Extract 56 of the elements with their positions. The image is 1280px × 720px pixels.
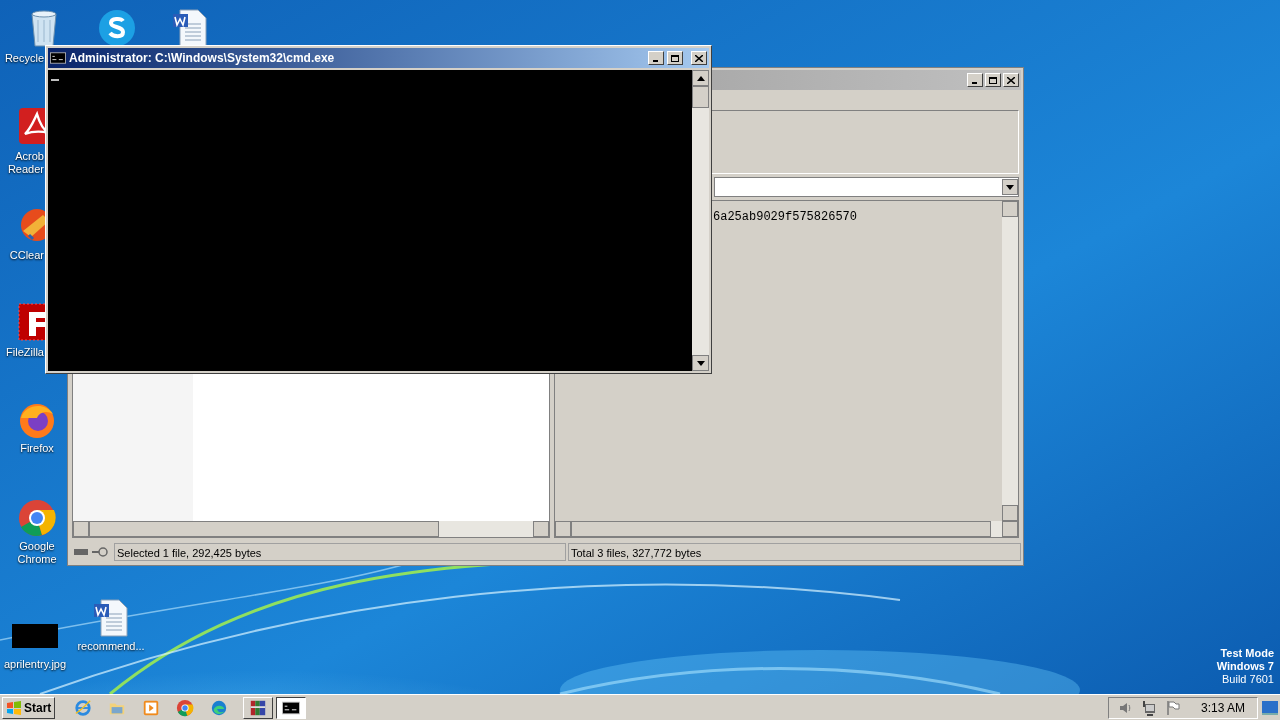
desktop-icon-label[interactable]: Chrome	[17, 553, 57, 566]
text-cursor	[51, 79, 59, 81]
desktop-icon-label[interactable]: aprilentry.jpg	[3, 658, 67, 671]
status-text: Selected 1 file, 292,425 bytes	[114, 543, 566, 561]
start-button[interactable]: Start	[2, 696, 56, 719]
system-notice-text: Windows 7	[1216, 660, 1274, 673]
network-icon[interactable]	[1140, 699, 1157, 716]
maximize-button[interactable]	[667, 51, 683, 65]
desktop-icon-label[interactable]: recommend...	[77, 640, 145, 653]
address-combo-box[interactable]	[714, 177, 1019, 197]
image-thumbnail-icon	[12, 624, 58, 648]
desktop-icon-label[interactable]: CClear	[9, 249, 44, 262]
desktop-icon-label[interactable]: Reader	[7, 163, 44, 176]
arrow-up-icon	[696, 75, 705, 81]
clock-text[interactable]: 3:13 AM	[1200, 698, 1245, 717]
desktop-icon-label[interactable]: FileZilla	[6, 346, 44, 359]
maximize-icon	[989, 76, 997, 84]
vertical-scrollbar[interactable]	[692, 70, 709, 371]
console-icon	[50, 50, 66, 66]
edge-browser-icon[interactable]	[210, 698, 229, 717]
archive-books-icon	[249, 698, 268, 717]
close-button[interactable]	[1003, 73, 1019, 87]
maximize-icon	[671, 54, 679, 62]
status-text: Total 3 files, 327,772 bytes	[568, 543, 1021, 561]
desktop-icon-label[interactable]: Recycle	[4, 52, 44, 65]
flag-icon[interactable]	[1164, 699, 1181, 716]
close-button[interactable]	[691, 51, 707, 65]
system-notice-text: Test Mode	[1220, 647, 1274, 660]
dropdown-button[interactable]	[1002, 179, 1018, 195]
horizontal-scrollbar[interactable]	[555, 521, 1018, 537]
vertical-scrollbar[interactable]	[1002, 201, 1018, 521]
chrome-icon	[17, 498, 57, 538]
window-title: Administrator: C:\Windows\System32\cmd.exe	[69, 50, 336, 67]
horizontal-scrollbar[interactable]	[73, 521, 549, 537]
word-document-icon	[91, 598, 131, 638]
taskbar-button[interactable]	[276, 696, 307, 719]
scroll-thumb[interactable]	[692, 86, 709, 108]
windows-logo-icon	[6, 700, 22, 715]
minimize-button[interactable]	[967, 73, 983, 87]
maximize-button[interactable]	[985, 73, 1001, 87]
close-icon	[1007, 76, 1015, 84]
key-icon	[92, 547, 108, 557]
system-notice-text: Build 7601	[1222, 673, 1274, 686]
chrome-icon	[176, 698, 195, 717]
internet-explorer-icon[interactable]	[74, 698, 93, 717]
minimize-button[interactable]	[648, 51, 664, 65]
hash-text: 6a25ab9029f575826570	[713, 210, 858, 224]
arrow-down-icon	[696, 360, 705, 366]
show-desktop-icon[interactable]	[1262, 700, 1278, 715]
arrow-down-icon	[1006, 184, 1014, 190]
desktop-icon-label[interactable]: Acrob	[15, 150, 44, 163]
close-icon	[695, 54, 703, 62]
media-player-icon[interactable]	[142, 698, 161, 717]
desktop-icon-label[interactable]: Firefox	[20, 442, 54, 455]
drive-icon	[74, 549, 88, 555]
desktop-icon-label[interactable]: Google	[19, 540, 55, 553]
